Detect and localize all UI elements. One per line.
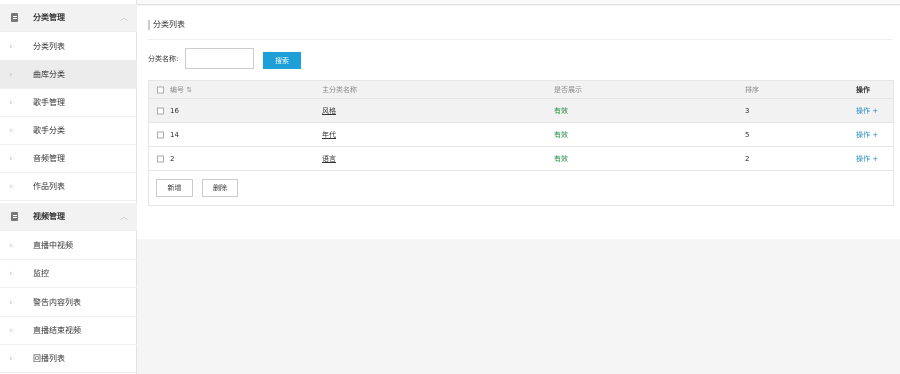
row-op-button[interactable]: 操作 + [856,154,878,164]
category-table: 编号 ⇅ 主分类名称 是否展示 排序 操作 16 风格 有效 3 操作 + 14… [148,80,894,206]
sidebar-item-label: 监控 [33,269,49,278]
chevron-right-icon: › [9,125,13,136]
row-status: 有效 [554,154,568,163]
chevron-right-icon: › [9,69,13,80]
sidebar: 分类管理 ︿ › 分类列表 › 曲库分类 › 歌手管理 › 歌手分类 › 音频管… [0,0,137,374]
top-strip [137,0,900,5]
sidebar-group-label: 视频管理 [33,212,65,221]
column-header-sort: 排序 [745,85,759,94]
sidebar-item-replay-list[interactable]: › 回播列表 [0,345,137,373]
row-checkbox[interactable] [157,155,164,162]
row-sort: 5 [745,130,750,139]
main-panel: 分类列表 分类名称: 搜索 编号 ⇅ 主分类名称 是否展示 排序 操作 16 风… [137,6,900,239]
document-icon [11,13,18,22]
sidebar-item-label: 直播中视频 [33,241,73,250]
sidebar-item-category-list[interactable]: › 分类列表 [0,33,137,61]
column-header-op: 操作 [856,85,870,94]
chevron-right-icon: › [9,240,13,251]
row-sort: 2 [745,154,750,163]
sidebar-group-label: 分类管理 [33,13,65,22]
panel-extension [352,206,900,239]
sidebar-item-label: 回播列表 [33,354,65,363]
chevron-right-icon: › [9,297,13,308]
sidebar-group-video[interactable]: 视频管理 ︿ [0,203,137,231]
sidebar-item-label: 曲库分类 [33,70,65,79]
chevron-right-icon: › [9,153,13,164]
chevron-up-icon: ︿ [120,13,128,22]
sidebar-item-label: 音频管理 [33,154,65,163]
sidebar-item-monitor[interactable]: › 监控 [0,260,137,288]
chevron-right-icon: › [9,181,13,192]
sidebar-item-live-video[interactable]: › 直播中视频 [0,232,137,260]
row-op-button[interactable]: 操作 + [856,130,878,140]
row-sort: 3 [745,106,750,115]
sidebar-item-singer-category[interactable]: › 歌手分类 [0,117,137,145]
table-row: 14 年代 有效 5 操作 + [149,123,893,147]
column-header-id[interactable]: 编号 ⇅ [170,85,192,95]
sidebar-item-works-list[interactable]: › 作品列表 [0,173,137,201]
row-id: 2 [170,154,175,163]
row-name-link[interactable]: 风格 [322,106,336,116]
chevron-up-icon: ︿ [120,212,128,221]
row-checkbox[interactable] [157,107,164,114]
chevron-right-icon: › [9,97,13,108]
chevron-right-icon: › [9,268,13,279]
row-id: 14 [170,130,179,139]
table-row: 16 风格 有效 3 操作 + [149,99,893,123]
page-title: 分类列表 [153,20,185,29]
sidebar-item-warning-list[interactable]: › 警告内容列表 [0,289,137,317]
sidebar-item-label: 歌手管理 [33,98,65,107]
sidebar-group-category[interactable]: 分类管理 ︿ [0,4,137,32]
row-op-button[interactable]: 操作 + [856,106,878,116]
column-header-label: 编号 [170,85,184,94]
row-id: 16 [170,106,179,115]
column-header-show: 是否展示 [554,85,582,94]
sidebar-item-music-category[interactable]: › 曲库分类 [0,61,137,89]
title-accent-bar [148,20,150,30]
sidebar-item-label: 分类列表 [33,42,65,51]
row-status: 有效 [554,130,568,139]
row-checkbox[interactable] [157,131,164,138]
chevron-right-icon: › [9,325,13,336]
document-icon [11,212,18,221]
delete-button[interactable]: 删除 [202,179,238,197]
row-name-link[interactable]: 语言 [322,154,336,164]
divider [148,39,892,40]
sidebar-item-audio-management[interactable]: › 音频管理 [0,145,137,173]
column-header-name: 主分类名称 [322,85,357,94]
sidebar-item-label: 警告内容列表 [33,298,81,307]
chevron-right-icon: › [9,353,13,364]
table-row: 2 语言 有效 2 操作 + [149,147,893,171]
chevron-right-icon: › [9,41,13,52]
sidebar-item-singer-management[interactable]: › 歌手管理 [0,89,137,117]
search-button[interactable]: 搜索 [263,52,301,69]
search-label: 分类名称: [148,55,179,63]
add-button[interactable]: 新增 [156,179,193,197]
row-status: 有效 [554,106,568,115]
row-name-link[interactable]: 年代 [322,130,336,140]
sidebar-item-label: 作品列表 [33,182,65,191]
select-all-checkbox[interactable] [157,86,164,93]
category-name-input[interactable] [185,48,254,69]
table-footer: 新增 删除 [149,171,893,205]
sidebar-item-label: 歌手分类 [33,126,65,135]
sidebar-item-label: 直播结束视频 [33,326,81,335]
table-header-row: 编号 ⇅ 主分类名称 是否展示 排序 操作 [149,81,893,99]
sidebar-item-ended-video[interactable]: › 直播结束视频 [0,317,137,345]
sort-icon: ⇅ [186,85,193,94]
